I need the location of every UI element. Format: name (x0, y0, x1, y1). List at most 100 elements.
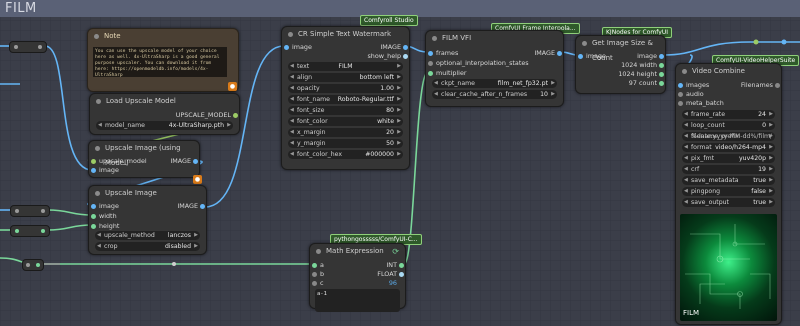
collapse-dot-icon[interactable] (94, 34, 99, 39)
arrow-left-icon[interactable]: ◀ (290, 84, 294, 93)
film-vfi-node[interactable]: FILM VFI frames optional_interpolation_s… (425, 30, 564, 107)
input-socket[interactable] (91, 204, 96, 209)
input-socket[interactable] (312, 272, 317, 277)
widget-crf[interactable]: ◀ crf 19 ▶ (682, 165, 775, 174)
input-socket[interactable] (678, 83, 683, 88)
arrow-right-icon[interactable]: ▶ (397, 117, 401, 126)
widget-save-output[interactable]: ◀ save_output true ▶ (682, 198, 775, 207)
arrow-left-icon[interactable]: ◀ (684, 187, 688, 196)
note-text[interactable]: You can use the upscale model of your ch… (93, 47, 227, 77)
widget-font-name[interactable]: ◀ font_name Roboto-Regular.ttf ▶ (288, 95, 403, 104)
output-socket[interactable] (233, 113, 238, 118)
reroute-node[interactable] (10, 225, 50, 237)
clear-cache-number[interactable]: ◀ clear_cache_after_n_frames 10 ▶ (432, 90, 557, 99)
widget-font-color[interactable]: ◀ font_color white ▶ (288, 117, 403, 126)
arrow-left-icon[interactable]: ◀ (290, 150, 294, 159)
arrow-right-icon[interactable]: ▶ (769, 176, 773, 185)
input-socket[interactable] (91, 159, 96, 164)
arrow-right-icon[interactable]: ▶ (227, 121, 231, 130)
arrow-right-icon[interactable]: ▶ (397, 128, 401, 137)
output-socket[interactable] (193, 159, 198, 164)
arrow-right-icon[interactable]: ▶ (769, 165, 773, 174)
collapse-dot-icon[interactable] (316, 249, 321, 254)
get-image-size-node[interactable]: Get Image Size & Count image image 1024 … (575, 35, 666, 94)
expression-textarea[interactable]: a-1 (315, 289, 400, 312)
arrow-left-icon[interactable]: ◀ (684, 165, 688, 174)
widget-filename-prefix[interactable]: filename_prefix ◀ %date:yyyy-MM-dd%/film/▶ (682, 132, 775, 141)
watermark-node[interactable]: CR Simple Text Watermark image IMAGE sho… (281, 26, 410, 170)
widget-y-margin[interactable]: ◀ y_margin 50 ▶ (288, 139, 403, 148)
arrow-right-icon[interactable]: ▶ (769, 121, 773, 130)
collapse-dot-icon[interactable] (95, 146, 100, 151)
collapse-dot-icon[interactable] (288, 32, 293, 37)
reroute-node[interactable] (9, 41, 47, 53)
arrow-left-icon[interactable]: ◀ (684, 154, 688, 163)
reroute-node[interactable] (22, 259, 44, 271)
arrow-right-icon[interactable]: ▶ (397, 95, 401, 104)
workflow-canvas[interactable]: FILM Note You can use the upscale model … (0, 0, 800, 326)
input-socket[interactable] (678, 101, 683, 106)
collapse-dot-icon[interactable] (96, 99, 101, 104)
output-socket[interactable] (659, 54, 664, 59)
arrow-left-icon[interactable]: ◀ (684, 110, 688, 119)
arrow-right-icon[interactable]: ▶ (769, 143, 773, 152)
arrow-right-icon[interactable]: ▶ (397, 62, 401, 71)
arrow-right-icon[interactable]: ▶ (194, 231, 198, 240)
ckpt-name-combo[interactable]: ◀ ckpt_name film_net_fp32.pt ▶ (432, 79, 557, 88)
arrow-right-icon[interactable]: ▶ (551, 90, 555, 99)
crop-combo[interactable]: ◀ crop disabled ▶ (95, 242, 200, 251)
reroute-node[interactable] (10, 205, 50, 217)
widget-align[interactable]: ◀ align bottom left ▶ (288, 73, 403, 82)
widget-font-size[interactable]: ◀ font_size 80 ▶ (288, 106, 403, 115)
arrow-left-icon[interactable]: ◀ (290, 117, 294, 126)
arrow-right-icon[interactable]: ▶ (769, 110, 773, 119)
math-expression-node[interactable]: Math Expression ⟳ a b c INT FLOAT 96 a-1 (309, 243, 406, 312)
video-preview[interactable]: FILM (680, 214, 777, 321)
arrow-left-icon[interactable]: ◀ (98, 121, 102, 130)
node-header[interactable]: CR Simple Text Watermark (282, 27, 409, 42)
arrow-right-icon[interactable]: ▶ (397, 84, 401, 93)
arrow-left-icon[interactable]: ◀ (434, 79, 438, 88)
arrow-left-icon[interactable]: ◀ (684, 198, 688, 207)
widget-pingpong[interactable]: ◀ pingpong false ▶ (682, 187, 775, 196)
output-socket[interactable] (403, 45, 408, 50)
arrow-right-icon[interactable]: ▶ (397, 150, 401, 159)
arrow-left-icon[interactable]: ◀ (290, 95, 294, 104)
arrow-right-icon[interactable]: ▶ (397, 106, 401, 115)
output-socket[interactable] (200, 204, 205, 209)
node-header[interactable]: Math Expression ⟳ (310, 244, 405, 259)
output-socket[interactable] (775, 83, 780, 88)
widget-save-metadata[interactable]: ◀ save_metadata true ▶ (682, 176, 775, 185)
arrow-left-icon[interactable]: ◀ (290, 73, 294, 82)
widget-opacity[interactable]: ◀ opacity 1.00 ▶ (288, 84, 403, 93)
output-socket[interactable] (659, 72, 664, 77)
upscale-using-model-node[interactable]: Upscale Image (using Model) upscale_mode… (88, 140, 200, 178)
output-socket[interactable] (399, 263, 404, 268)
output-socket[interactable] (399, 272, 404, 277)
input-socket[interactable] (428, 71, 433, 76)
widget-frame-rate[interactable]: ◀ frame_rate 24 ▶ (682, 110, 775, 119)
output-socket[interactable] (403, 54, 408, 59)
widget-text[interactable]: ◀ text FILM ▶ (288, 62, 403, 71)
input-socket[interactable] (91, 214, 96, 219)
model-name-combo[interactable]: ◀ model_name 4x-UltraSharp.pth ▶ (96, 121, 233, 130)
input-socket[interactable] (578, 54, 583, 59)
widget-x-margin[interactable]: ◀ x_margin 20 ▶ (288, 128, 403, 137)
input-socket[interactable] (312, 281, 317, 286)
input-socket[interactable] (428, 51, 433, 56)
arrow-left-icon[interactable]: ◀ (684, 176, 688, 185)
video-combine-node[interactable]: Video Combine images audio meta_batch Fi… (675, 63, 782, 325)
arrow-left-icon[interactable]: ◀ (290, 128, 294, 137)
input-socket[interactable] (91, 168, 96, 173)
node-header[interactable]: Load Upscale Model (90, 94, 239, 109)
node-header[interactable]: Upscale Image (89, 186, 206, 201)
input-socket[interactable] (428, 61, 433, 66)
node-header[interactable]: Get Image Size & Count (576, 36, 665, 62)
widget-pix-fmt[interactable]: ◀ pix_fmt yuv420p ▶ (682, 154, 775, 163)
upscale-method-combo[interactable]: ◀ upscale_method lanczos ▶ (95, 231, 200, 240)
input-socket[interactable] (678, 92, 683, 97)
arrow-left-icon[interactable]: ◀ (684, 143, 688, 152)
arrow-right-icon[interactable]: ▶ (769, 198, 773, 207)
arrow-left-icon[interactable]: ◀ (684, 132, 688, 141)
arrow-left-icon[interactable]: ◀ (97, 231, 101, 240)
